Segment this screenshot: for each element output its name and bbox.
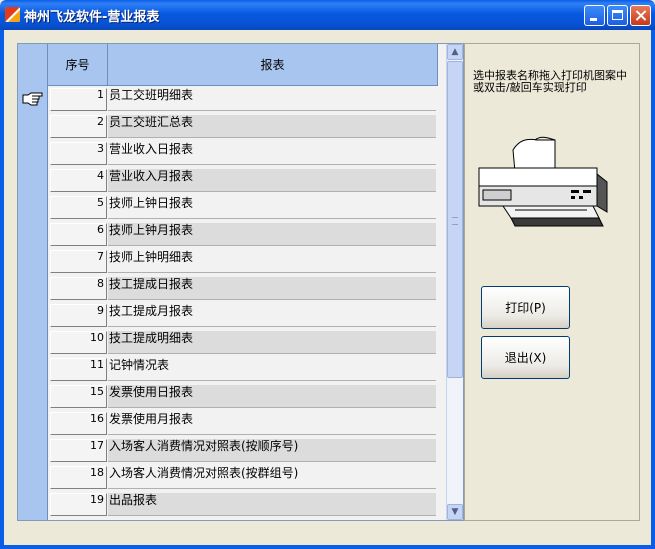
row-number: 19 <box>50 493 107 516</box>
title-bar[interactable]: 神州飞龙软件-营业报表 <box>0 0 655 30</box>
table-row[interactable]: 5 技师上钟日报表 <box>48 194 438 221</box>
report-name[interactable]: 技师上钟月报表 <box>108 223 436 246</box>
table-row[interactable]: 15 发票使用日报表 <box>48 383 438 410</box>
table-row[interactable]: 6 技师上钟月报表 <box>48 221 438 248</box>
report-name[interactable]: 员工交班明细表 <box>108 88 436 111</box>
close-button[interactable] <box>630 5 651 26</box>
report-name[interactable]: 技师上钟明细表 <box>108 250 436 273</box>
exit-button-label: 退出(X) <box>504 351 547 365</box>
row-number: 16 <box>50 412 107 435</box>
table-row[interactable]: 8 技工提成日报表 <box>48 275 438 302</box>
table-row[interactable]: 10 技工提成明细表 <box>48 329 438 356</box>
table-row[interactable]: 11 记钟情况表 <box>48 356 438 383</box>
scroll-down-button[interactable]: ▼ <box>447 504 463 520</box>
row-number: 2 <box>50 115 107 138</box>
report-name[interactable]: 技师上钟日报表 <box>108 196 436 219</box>
table-row[interactable]: 16 发票使用月报表 <box>48 410 438 437</box>
report-name[interactable]: 员工交班汇总表 <box>108 115 436 138</box>
print-panel: 选中报表名称拖入打印机图案中或双击/敲回车实现打印 打印(P) 退出(X) <box>464 43 640 521</box>
scroll-thumb[interactable] <box>447 61 463 378</box>
table-row[interactable]: 9 技工提成月报表 <box>48 302 438 329</box>
app-icon <box>5 7 20 22</box>
row-number: 5 <box>50 196 107 219</box>
minimize-button[interactable] <box>584 5 605 26</box>
report-name[interactable]: 营业收入月报表 <box>108 169 436 192</box>
row-number: 7 <box>50 250 107 273</box>
table-row[interactable]: 2 员工交班汇总表 <box>48 113 438 140</box>
table-row[interactable]: 4 营业收入月报表 <box>48 167 438 194</box>
report-name[interactable]: 入场客人消费情况对照表(按顺序号) <box>108 439 436 462</box>
column-header-report[interactable]: 报表 <box>108 44 438 86</box>
row-number: 8 <box>50 277 107 300</box>
row-number: 3 <box>50 142 107 165</box>
report-rows: 1 员工交班明细表 2 员工交班汇总表 3 营业收入日报表 4 营业收入月报表 5 技师上… <box>48 86 438 518</box>
print-button-label: 打印(P) <box>505 301 546 315</box>
table-row[interactable]: 19 出品报表 <box>48 491 438 518</box>
report-name[interactable]: 技工提成月报表 <box>108 304 436 327</box>
report-grid[interactable]: 序号 报表 1 员工交班明细表 2 员工交班汇总表 3 营业收入日报表 4 营业收入月报… <box>17 43 464 521</box>
window-title: 神州飞龙软件-营业报表 <box>24 10 160 25</box>
chevron-up-icon: ▲ <box>451 47 459 57</box>
table-row[interactable]: 3 营业收入日报表 <box>48 140 438 167</box>
report-name[interactable]: 出品报表 <box>108 493 436 516</box>
table-row[interactable]: 1 员工交班明细表 <box>48 86 438 113</box>
window-border-bottom <box>0 545 655 549</box>
window-border-right <box>651 30 655 549</box>
exit-button[interactable]: 退出(X) <box>481 336 570 379</box>
row-number: 10 <box>50 331 107 354</box>
row-number: 11 <box>50 358 107 381</box>
maximize-button[interactable] <box>607 5 628 26</box>
column-header-number[interactable]: 序号 <box>48 44 108 86</box>
pointing-hand-icon <box>22 92 43 106</box>
header-report-label: 报表 <box>260 58 285 72</box>
report-name[interactable]: 营业收入日报表 <box>108 142 436 165</box>
row-number: 1 <box>50 88 107 111</box>
report-name[interactable]: 记钟情况表 <box>108 358 436 381</box>
row-number: 6 <box>50 223 107 246</box>
row-number: 4 <box>50 169 107 192</box>
print-button[interactable]: 打印(P) <box>481 286 570 329</box>
header-number-label: 序号 <box>65 58 90 72</box>
row-number: 15 <box>50 385 107 408</box>
window-border-left <box>0 30 4 549</box>
chevron-down-icon: ▼ <box>451 507 459 517</box>
table-row[interactable]: 17 入场客人消费情况对照表(按顺序号) <box>48 437 438 464</box>
scroll-up-button[interactable]: ▲ <box>447 44 463 60</box>
printer-icon[interactable] <box>475 136 625 236</box>
report-name[interactable]: 发票使用日报表 <box>108 385 436 408</box>
row-number: 9 <box>50 304 107 327</box>
print-hint-text: 选中报表名称拖入打印机图案中或双击/敲回车实现打印 <box>473 69 627 94</box>
report-name[interactable]: 发票使用月报表 <box>108 412 436 435</box>
report-name[interactable]: 技工提成日报表 <box>108 277 436 300</box>
table-row[interactable]: 7 技师上钟明细表 <box>48 248 438 275</box>
row-number: 18 <box>50 466 107 489</box>
table-row[interactable]: 18 入场客人消费情况对照表(按群组号) <box>48 464 438 491</box>
row-selector-column[interactable] <box>18 44 48 520</box>
report-name[interactable]: 技工提成明细表 <box>108 331 436 354</box>
vertical-scrollbar[interactable]: ▲ ▼ <box>446 44 463 520</box>
report-name[interactable]: 入场客人消费情况对照表(按群组号) <box>108 466 436 489</box>
row-number: 17 <box>50 439 107 462</box>
